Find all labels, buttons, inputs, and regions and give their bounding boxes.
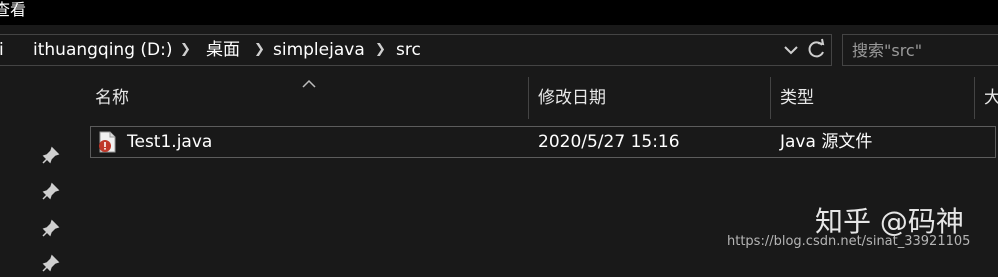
watermark-url: https://blog.csdn.net/sinat_33921105 bbox=[727, 234, 971, 249]
search-box[interactable] bbox=[842, 34, 998, 66]
file-name[interactable]: Test1.java bbox=[127, 127, 212, 157]
pin-icon[interactable] bbox=[41, 253, 61, 273]
chevron-right-icon[interactable]: ❯ bbox=[254, 35, 265, 65]
navigation-pane bbox=[0, 77, 68, 272]
column-divider[interactable] bbox=[770, 77, 771, 119]
column-divider[interactable] bbox=[528, 77, 529, 119]
address-row: i ithuangqing (D:) ❯ 桌面 ❯ simplejava ❯ s… bbox=[0, 25, 998, 77]
sort-ascending-icon bbox=[302, 75, 316, 88]
column-header-name[interactable]: 名称 bbox=[95, 77, 129, 121]
column-header-type[interactable]: 类型 bbox=[780, 77, 814, 121]
address-bar[interactable]: i ithuangqing (D:) ❯ 桌面 ❯ simplejava ❯ s… bbox=[0, 34, 832, 66]
file-modified-date: 2020/5/27 15:16 bbox=[538, 132, 680, 152]
column-header-date[interactable]: 修改日期 bbox=[538, 77, 606, 121]
breadcrumb-parent[interactable]: i bbox=[0, 35, 4, 65]
java-file-icon bbox=[97, 131, 117, 153]
column-divider[interactable] bbox=[974, 77, 975, 119]
chevron-down-icon[interactable] bbox=[783, 35, 799, 65]
search-input[interactable] bbox=[852, 35, 998, 65]
menu-item-view[interactable]: 查看 bbox=[0, 0, 26, 20]
column-header-size[interactable]: 大 bbox=[984, 77, 998, 121]
file-row[interactable]: Test1.java 2020/5/27 15:16 Java 源文件 bbox=[90, 126, 996, 158]
pin-icon[interactable] bbox=[41, 218, 61, 238]
pin-icon[interactable] bbox=[41, 181, 61, 201]
menu-bar: 查看 bbox=[0, 0, 998, 25]
chevron-right-icon[interactable]: ❯ bbox=[375, 35, 386, 65]
chevron-right-icon[interactable]: ❯ bbox=[180, 35, 191, 65]
refresh-icon[interactable] bbox=[807, 35, 827, 65]
breadcrumb-simplejava[interactable]: simplejava bbox=[273, 35, 365, 65]
breadcrumb-desktop[interactable]: 桌面 bbox=[206, 35, 240, 65]
breadcrumb-drive[interactable]: ithuangqing (D:) bbox=[33, 35, 173, 65]
pin-icon[interactable] bbox=[41, 145, 61, 165]
column-header-row: 名称 修改日期 类型 大 bbox=[80, 77, 998, 121]
file-type: Java 源文件 bbox=[780, 132, 873, 152]
breadcrumb-src[interactable]: src bbox=[396, 35, 421, 65]
